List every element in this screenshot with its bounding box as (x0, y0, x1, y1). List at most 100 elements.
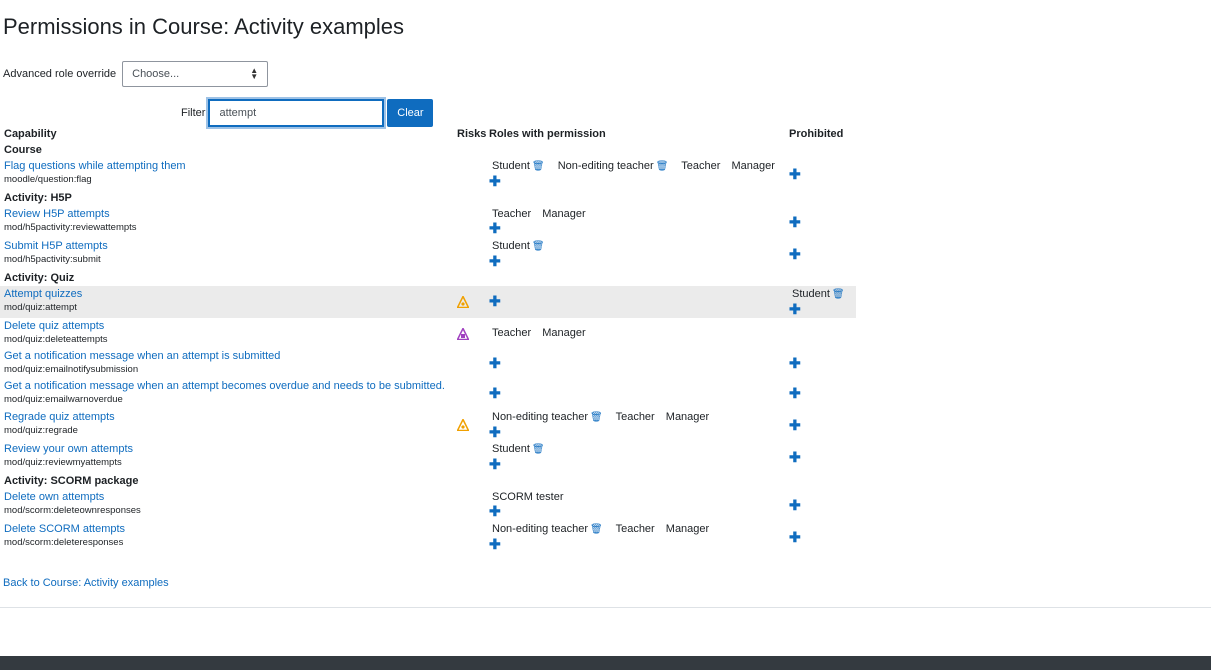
add-role-icon[interactable]: ✚ (489, 504, 572, 518)
role-scorm-tester: SCORM tester (492, 491, 564, 503)
table-row: Attempt quizzes mod/quiz:attempt ✚ Studen… (0, 286, 856, 318)
role-teacher: Teacher (492, 208, 532, 220)
capability-code: mod/h5pactivity:submit (4, 254, 101, 265)
trash-icon[interactable]: 🗑 (590, 524, 603, 535)
trash-icon[interactable]: 🗑 (532, 444, 545, 455)
add-role-icon[interactable]: ✚ (489, 457, 555, 471)
table-row: Get a notification message when an attem… (0, 378, 856, 409)
capability-code: mod/h5pactivity:reviewattempts (4, 222, 137, 233)
role-student: Student (492, 160, 530, 172)
filter-label: Filter (181, 107, 206, 119)
capability-code: mod/scorm:deleteownresponses (4, 505, 141, 516)
trash-icon[interactable]: 🗑 (590, 412, 603, 423)
section-heading: Activity: Quiz (4, 272, 75, 284)
capability-link[interactable]: Get a notification message when an attem… (4, 349, 280, 363)
capability-code: mod/quiz:emailwarnoverdue (4, 394, 123, 405)
trash-icon[interactable]: 🗑 (656, 161, 669, 172)
add-role-icon[interactable]: ✚ (489, 254, 555, 268)
capability-link[interactable]: Delete own attempts (4, 490, 141, 504)
filter-row: Filter attempt Clear (181, 99, 434, 127)
table-row: Delete own attempts mod/scorm:deleteownre… (0, 489, 856, 521)
capability-link[interactable]: Flag questions while attempting them (4, 159, 186, 173)
table-row: Flag questions while attempting them mood… (0, 158, 856, 190)
role-teacher: Teacher (681, 160, 721, 172)
role-override-select[interactable]: Choose... ▲ ▼ (122, 61, 269, 87)
trash-icon[interactable]: 🗑 (832, 289, 845, 300)
capability-link[interactable]: Submit H5P attempts (4, 239, 108, 253)
capability-link[interactable]: Get a notification message when an attem… (4, 379, 445, 393)
capability-link[interactable]: Regrade quiz attempts (4, 410, 115, 424)
section-heading: Activity: SCORM package (4, 475, 139, 487)
role-manager: Manager (665, 523, 710, 535)
capability-link[interactable]: Review your own attempts (4, 442, 133, 456)
select-value: Choose... (132, 68, 180, 80)
add-role-icon[interactable]: ✚ (489, 356, 501, 370)
header-roles: Roles with permission (489, 128, 606, 140)
permissions-table: Capability Risks Roles with permission P… (0, 128, 856, 553)
table-row: Review H5P attempts mod/h5pactivity:revie… (0, 206, 856, 238)
table-row: Submit H5P attempts mod/h5pactivity:submi… (0, 238, 856, 270)
back-to-course-link[interactable]: Back to Course: Activity examples (3, 577, 169, 589)
add-prohibit-icon[interactable]: ✚ (789, 302, 855, 316)
role-teacher: Teacher (615, 411, 655, 423)
risk-config-icon (456, 294, 470, 311)
role-student: Student (492, 240, 530, 252)
advanced-role-override: Advanced role override Choose... ▲ ▼ (3, 60, 269, 88)
add-prohibit-icon[interactable]: ✚ (789, 418, 801, 432)
role-manager: Manager (731, 160, 775, 172)
add-role-icon[interactable]: ✚ (489, 221, 594, 235)
table-row: Delete quiz attempts mod/quiz:deleteattem… (0, 318, 856, 348)
add-prohibit-icon[interactable]: ✚ (789, 215, 801, 229)
table-row: Delete SCORM attempts mod/scorm:deleteres… (0, 521, 856, 553)
add-role-icon[interactable]: ✚ (489, 386, 501, 400)
clear-button[interactable]: Clear (387, 99, 434, 127)
page-footer (0, 656, 1211, 670)
role-manager: Manager (542, 327, 586, 339)
table-row: Regrade quiz attempts mod/quiz:regrade No… (0, 409, 856, 441)
divider (0, 607, 1211, 608)
capability-link[interactable]: Attempt quizzes (4, 287, 82, 301)
capability-link[interactable]: Delete SCORM attempts (4, 522, 125, 536)
role-non-editing-teacher: Non-editing teacher (557, 160, 654, 172)
risk-spam-icon (456, 326, 470, 343)
add-prohibit-icon[interactable]: ✚ (789, 167, 801, 181)
add-prohibit-icon[interactable]: ✚ (789, 247, 801, 261)
trash-icon[interactable]: 🗑 (532, 241, 545, 252)
trash-icon[interactable]: 🗑 (532, 161, 545, 172)
table-row: Get a notification message when an attem… (0, 348, 856, 378)
filter-input[interactable]: attempt (208, 99, 385, 127)
header-risks: Risks (457, 128, 487, 140)
capability-code: mod/quiz:attempt (4, 302, 77, 313)
role-teacher: Teacher (492, 327, 532, 339)
role-non-editing-teacher: Non-editing teacher (492, 523, 589, 535)
add-role-icon[interactable]: ✚ (489, 537, 717, 551)
page-title: Permissions in Course: Activity examples (3, 14, 405, 39)
role-student: Student (492, 443, 530, 455)
header-capability: Capability (4, 128, 57, 140)
role-non-editing-teacher: Non-editing teacher (492, 411, 589, 423)
prohibited-student: Student (792, 288, 830, 300)
add-prohibit-icon[interactable]: ✚ (789, 530, 801, 544)
table-row: Review your own attempts mod/quiz:reviewm… (0, 441, 856, 473)
filter-value: attempt (219, 107, 257, 119)
capability-code: mod/quiz:reviewmyattempts (4, 457, 122, 468)
capability-code: moodle/question:flag (4, 174, 92, 185)
add-prohibit-icon[interactable]: ✚ (789, 498, 801, 512)
add-prohibit-icon[interactable]: ✚ (789, 386, 801, 400)
capability-link[interactable]: Review H5P attempts (4, 207, 137, 221)
section-heading: Course (4, 144, 42, 156)
capability-code: mod/quiz:deleteattempts (4, 334, 108, 345)
add-role-icon[interactable]: ✚ (489, 294, 501, 308)
capability-code: mod/quiz:emailnotifysubmission (4, 364, 139, 375)
role-manager: Manager (542, 208, 586, 220)
capability-link[interactable]: Delete quiz attempts (4, 319, 108, 333)
capability-code: mod/quiz:regrade (4, 425, 78, 436)
add-role-icon[interactable]: ✚ (489, 425, 717, 439)
table-header: Capability Risks Roles with permission P… (0, 128, 856, 142)
section-heading: Activity: H5P (4, 192, 72, 204)
sort-chevron-icon: ▲ ▼ (250, 66, 259, 81)
add-role-icon[interactable]: ✚ (489, 174, 783, 188)
risk-config-icon (456, 417, 470, 434)
add-prohibit-icon[interactable]: ✚ (789, 450, 801, 464)
add-prohibit-icon[interactable]: ✚ (789, 356, 801, 370)
